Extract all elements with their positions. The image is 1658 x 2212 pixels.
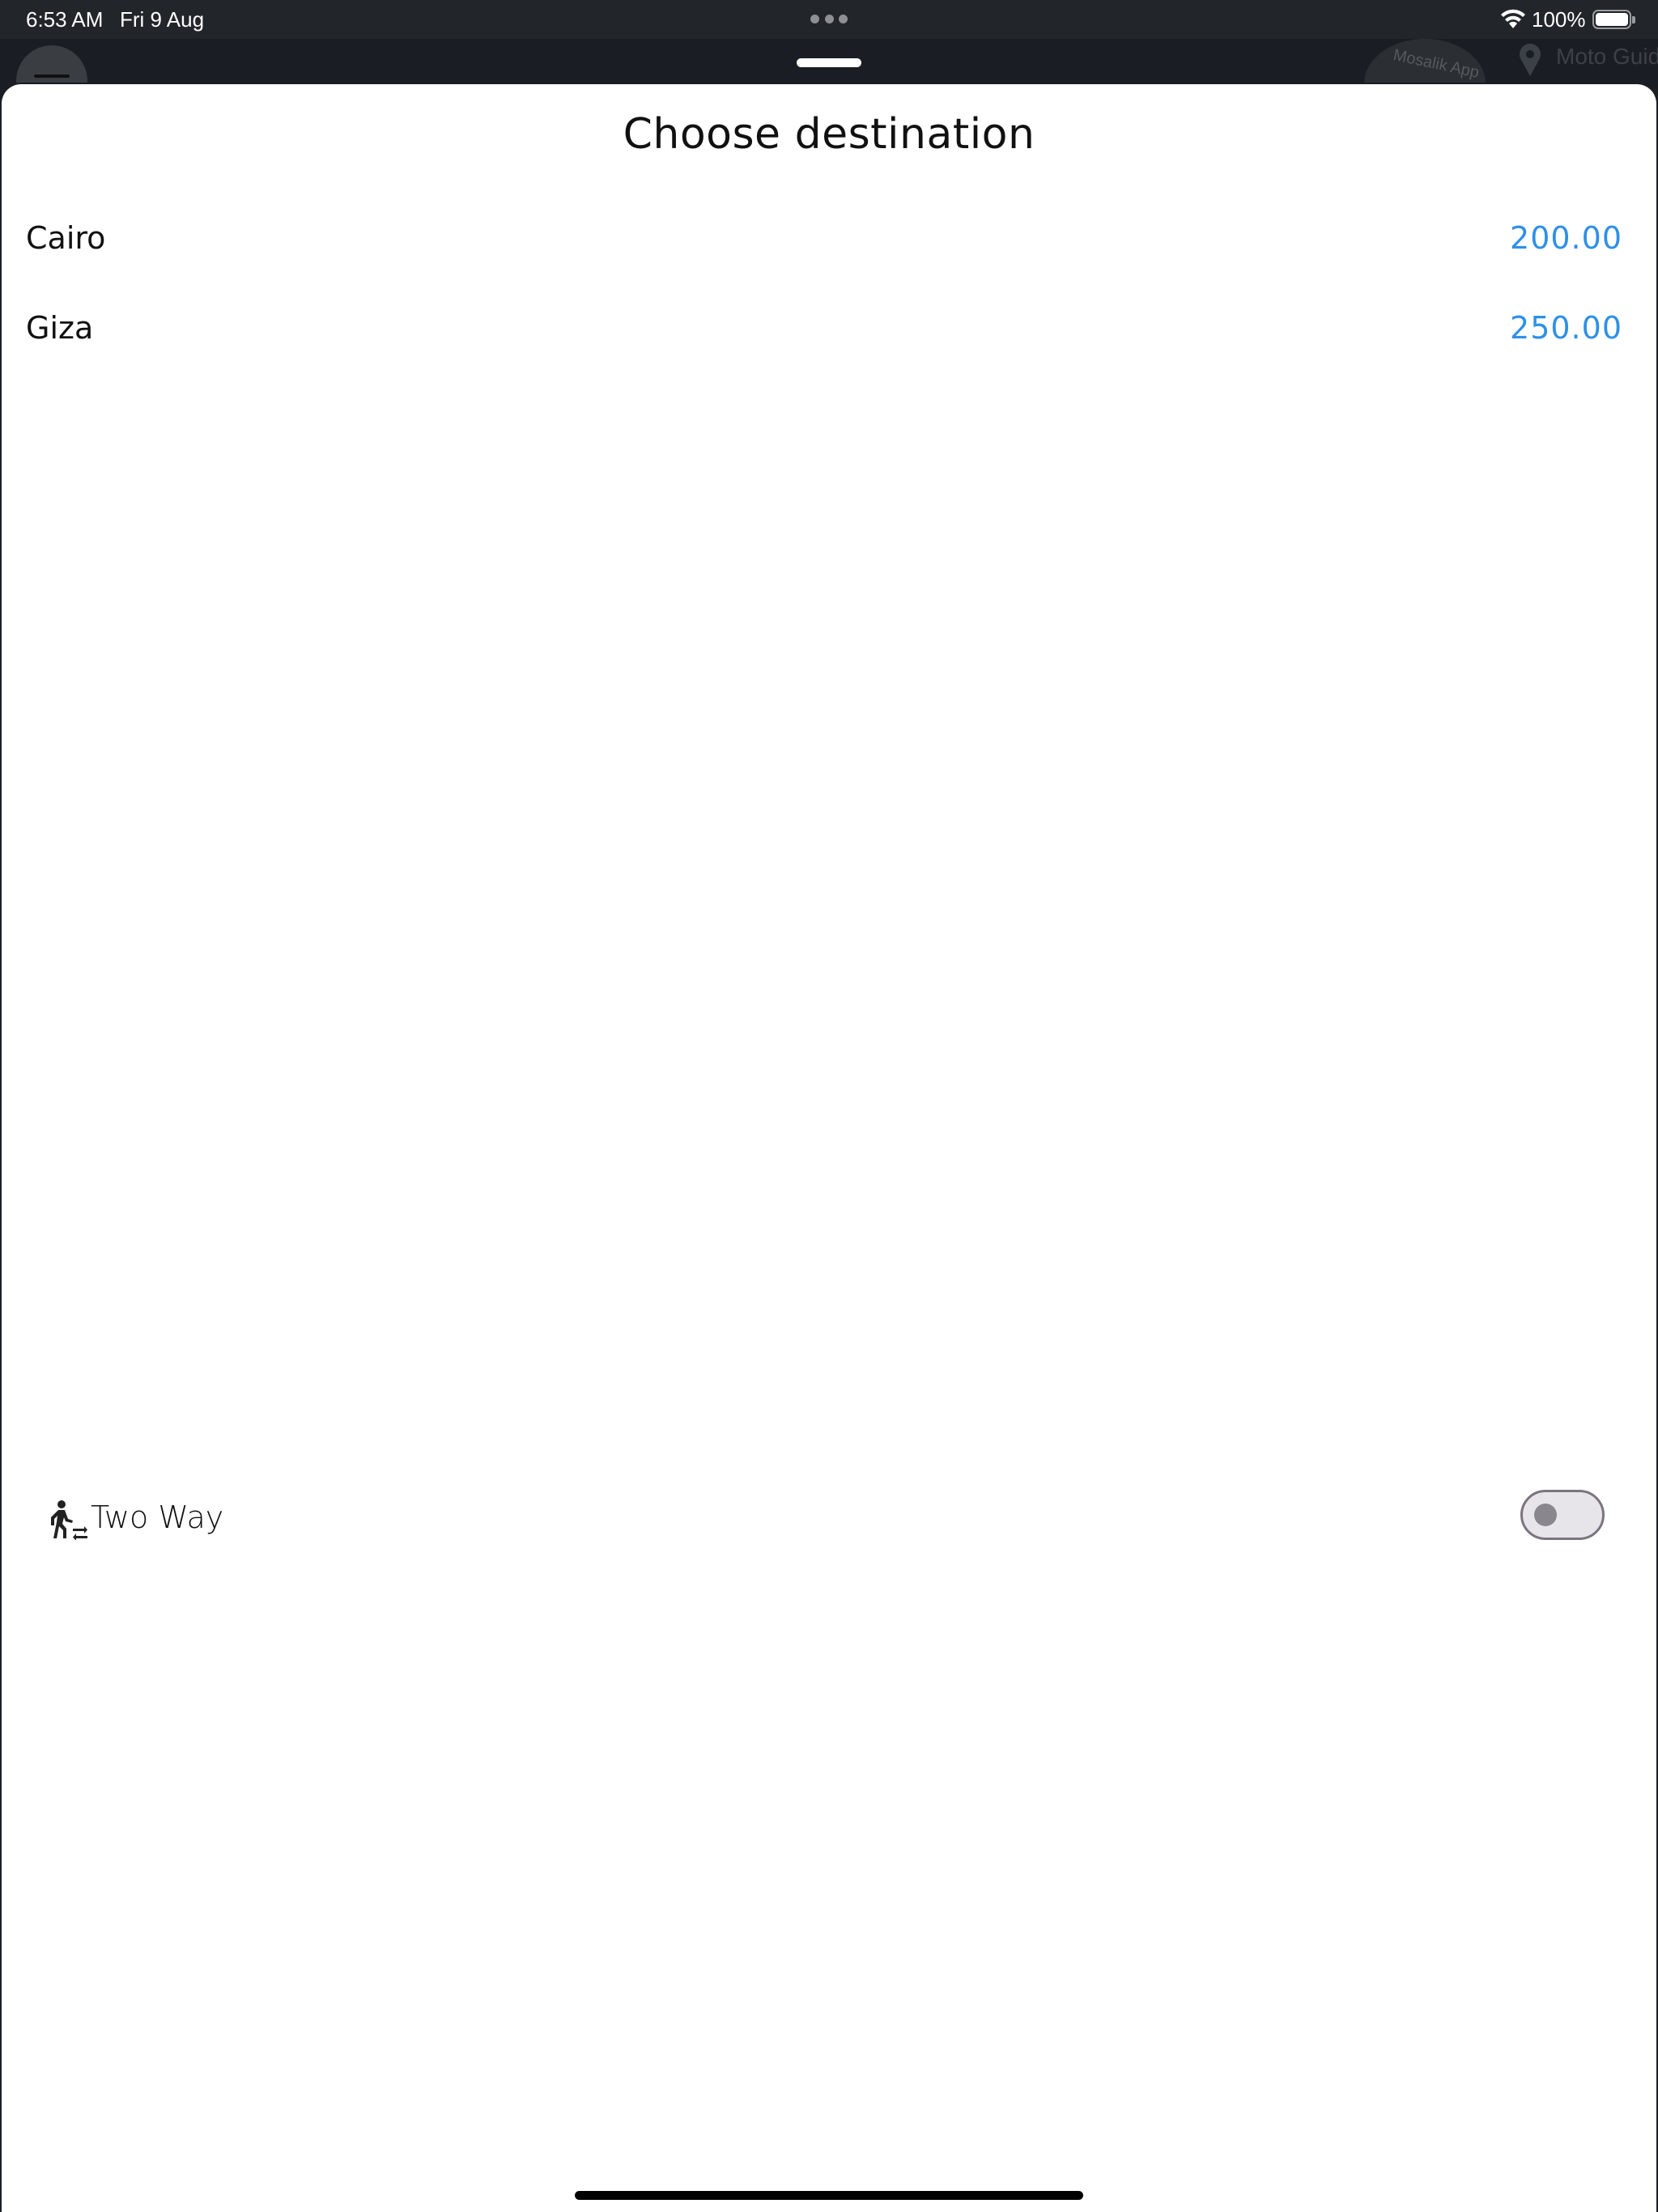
brand-text: Moto Guid (1556, 44, 1658, 69)
destination-price: 250.00 (1510, 310, 1622, 346)
destination-item-giza[interactable]: Giza 250.00 (26, 296, 1622, 360)
two-way-label: Two Way (91, 1499, 224, 1535)
destination-price: 200.00 (1510, 220, 1622, 256)
destination-name: Cairo (26, 220, 106, 256)
destination-item-cairo[interactable]: Cairo 200.00 (26, 206, 1622, 270)
status-bar: 6:53 AM Fri 9 Aug 100% (0, 0, 1658, 39)
destination-sheet: Choose destination Cairo 200.00 Giza 250… (0, 83, 1658, 2212)
two-way-row: Two Way (49, 1478, 1608, 1559)
destination-name: Giza (26, 310, 94, 346)
status-date: Fri 9 Aug (120, 7, 205, 32)
map-pin-icon (1520, 44, 1541, 76)
menu-icon (16, 45, 87, 87)
toggle-knob (1534, 1504, 1557, 1526)
battery-percent: 100% (1532, 7, 1586, 32)
wifi-icon (1501, 9, 1525, 28)
two-way-toggle[interactable] (1520, 1490, 1605, 1540)
status-time: 6:53 AM (26, 7, 104, 32)
walk-two-way-icon (51, 1500, 87, 1540)
sheet-grabber[interactable] (797, 58, 861, 67)
home-indicator[interactable] (575, 2191, 1083, 2200)
multitasking-dots-icon[interactable] (810, 15, 848, 24)
sheet-title: Choose destination (623, 110, 1035, 159)
battery-icon (1592, 10, 1635, 29)
